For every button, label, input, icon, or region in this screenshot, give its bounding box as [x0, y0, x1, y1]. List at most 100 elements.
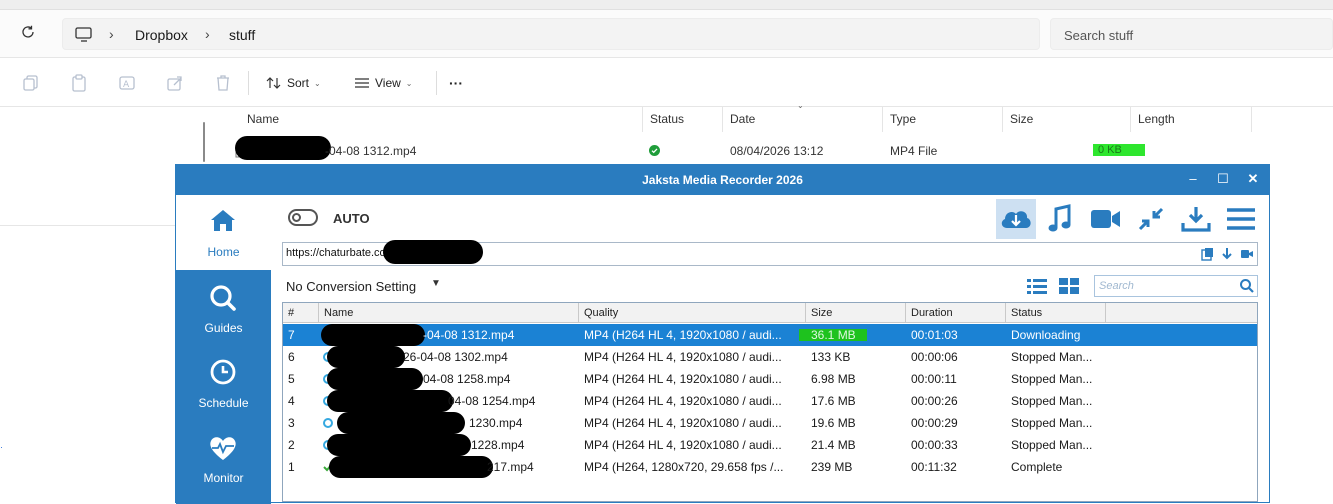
toolbar-divider: [436, 71, 437, 95]
column-divider[interactable]: [805, 303, 806, 323]
col-duration[interactable]: Duration: [911, 307, 953, 319]
nav-home[interactable]: Home: [176, 195, 271, 270]
table-row[interactable]: 4 04-08 1254.mp4 MP4 (H264 HL 4, 1920x10…: [283, 390, 1257, 412]
maximize-button[interactable]: ☐: [1215, 171, 1231, 187]
download-tray-icon[interactable]: [1177, 201, 1215, 237]
redaction-mark: [327, 368, 423, 390]
column-status[interactable]: Status: [650, 112, 684, 126]
heart-pulse-icon: [206, 433, 240, 463]
conversion-setting-select[interactable]: No Conversion Setting: [286, 279, 416, 294]
column-divider[interactable]: [1005, 303, 1006, 323]
row-duration: 00:01:03: [911, 328, 958, 342]
col-status[interactable]: Status: [1011, 307, 1042, 319]
column-divider[interactable]: [1130, 107, 1131, 132]
grid-view-icon[interactable]: [1058, 277, 1080, 295]
table-row[interactable]: 3 1230.mp4 MP4 (H264 HL 4, 1920x1080 / a…: [283, 412, 1257, 434]
column-divider[interactable]: [1105, 303, 1106, 323]
column-divider[interactable]: [1251, 107, 1252, 132]
rename-icon[interactable]: A: [118, 74, 136, 92]
col-name[interactable]: Name: [324, 307, 353, 319]
redaction-mark: [321, 324, 425, 346]
row-duration: 00:11:32: [911, 460, 957, 474]
list-view-icon[interactable]: [1026, 277, 1048, 295]
column-size[interactable]: Size: [1010, 112, 1033, 126]
row-number: 7: [288, 328, 295, 342]
pane-scrollbar[interactable]: [203, 122, 205, 162]
row-number: 5: [288, 372, 295, 386]
nav-home-label: Home: [207, 245, 240, 259]
paste-icon[interactable]: [70, 74, 88, 92]
row-status: Stopped Man...: [1011, 372, 1093, 386]
copy-icon[interactable]: [22, 74, 40, 92]
search-icon[interactable]: [1239, 278, 1255, 294]
table-row[interactable]: 5 04-08 1258.mp4 MP4 (H264 HL 4, 1920x10…: [283, 368, 1257, 390]
col-size[interactable]: Size: [811, 307, 832, 319]
nav-monitor-label: Monitor: [203, 471, 244, 485]
row-quality: MP4 (H264 HL 4, 1920x1080 / audi...: [584, 394, 782, 408]
address-bar[interactable]: › Dropbox › stuff: [62, 18, 1040, 50]
col-quality[interactable]: Quality: [584, 307, 618, 319]
record-video-icon[interactable]: [1240, 247, 1254, 261]
close-button[interactable]: ✕: [1245, 171, 1261, 187]
row-size: 21.4 MB: [811, 438, 856, 452]
row-duration: 00:00:11: [911, 372, 957, 386]
column-divider[interactable]: [318, 303, 319, 323]
breadcrumb-dropbox[interactable]: Dropbox: [135, 27, 188, 43]
column-type[interactable]: Type: [890, 112, 916, 126]
sort-button[interactable]: Sort ⌄: [266, 72, 321, 94]
refresh-icon[interactable]: [20, 24, 42, 46]
column-date[interactable]: Date: [730, 112, 755, 126]
nav-monitor[interactable]: Monitor: [176, 423, 271, 495]
paste-url-icon[interactable]: [1200, 247, 1214, 261]
file-row[interactable]: -04-08 1312.mp4 08/04/2026 13:12 MP4 Fil…: [215, 136, 1255, 161]
computer-icon[interactable]: [75, 27, 93, 42]
cloud-download-icon[interactable]: [997, 201, 1035, 237]
column-divider[interactable]: [1002, 107, 1003, 132]
row-quality: MP4 (H264 HL 4, 1920x1080 / audi...: [584, 416, 782, 430]
nav-schedule[interactable]: Schedule: [176, 348, 271, 420]
url-input[interactable]: https://chaturbate.co: [282, 240, 1258, 266]
auto-toggle[interactable]: [288, 209, 318, 226]
column-name[interactable]: Name: [247, 112, 279, 126]
column-divider[interactable]: [905, 303, 906, 323]
minimize-button[interactable]: –: [1185, 171, 1201, 187]
row-name: 1230.mp4: [469, 416, 523, 430]
column-divider[interactable]: [642, 107, 643, 132]
search-input[interactable]: Search stuff: [1050, 18, 1333, 50]
row-number: 2: [288, 438, 295, 452]
row-quality: MP4 (H264 HL 4, 1920x1080 / audi...: [584, 328, 782, 342]
row-size: 239 MB: [811, 460, 853, 474]
file-list-header: Name Status Date Type Size Length: [215, 107, 1255, 132]
column-divider[interactable]: [882, 107, 883, 132]
share-icon[interactable]: [166, 74, 184, 92]
jaksta-search-input[interactable]: Search: [1094, 275, 1258, 297]
table-row[interactable]: 6 26-04-08 1302.mp4 MP4 (H264 HL 4, 1920…: [283, 346, 1257, 368]
recordings-grid: # Name Quality Size Duration Status 7 -0…: [282, 302, 1258, 502]
more-options-button[interactable]: ···: [449, 72, 463, 94]
nav-guides-label: Guides: [204, 321, 243, 335]
address-row: › Dropbox › stuff Search stuff: [0, 10, 1333, 58]
column-divider[interactable]: [578, 303, 579, 323]
chevron-right-icon: ›: [109, 26, 114, 42]
view-button[interactable]: View ⌄: [354, 72, 413, 94]
menu-icon[interactable]: [1222, 201, 1260, 237]
table-row[interactable]: 7 -04-08 1312.mp4 MP4 (H264 HL 4, 1920x1…: [283, 324, 1257, 346]
column-divider[interactable]: [722, 107, 723, 132]
table-row[interactable]: 2 1228.mp4 MP4 (H264 HL 4, 1920x1080 / a…: [283, 434, 1257, 456]
nav-guides[interactable]: Guides: [176, 273, 271, 345]
column-length[interactable]: Length: [1138, 112, 1175, 126]
navigation-pane[interactable]: [0, 107, 200, 503]
download-arrow-icon[interactable]: [1220, 247, 1234, 261]
jaksta-title-bar[interactable]: Jaksta Media Recorder 2026 – ☐ ✕: [176, 165, 1269, 195]
compress-icon[interactable]: [1132, 201, 1170, 237]
row-number: 3: [288, 416, 295, 430]
video-camera-icon[interactable]: [1087, 201, 1125, 237]
music-icon[interactable]: [1042, 201, 1080, 237]
table-row[interactable]: 1 217.mp4 MP4 (H264, 1280x720, 29.658 fp…: [283, 456, 1257, 478]
dropdown-caret-icon[interactable]: ▼: [431, 278, 441, 289]
delete-icon[interactable]: [214, 74, 232, 92]
row-status: Downloading: [1011, 328, 1081, 342]
breadcrumb-stuff[interactable]: stuff: [229, 27, 255, 43]
view-icon: [355, 78, 369, 88]
col-number[interactable]: #: [288, 307, 294, 319]
